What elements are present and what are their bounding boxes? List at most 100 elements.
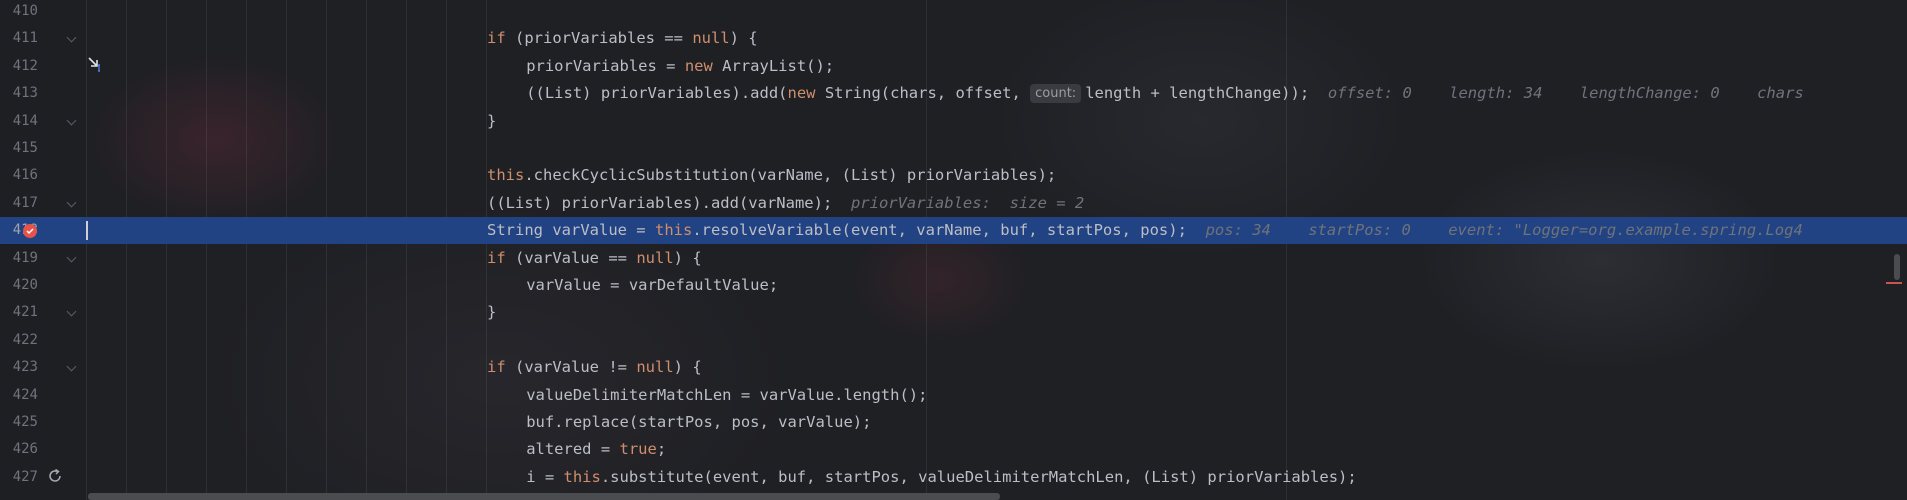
code-token: String(chars, offset, <box>815 84 1031 103</box>
line-number[interactable]: 410 <box>0 0 38 25</box>
code-token: buf.replace(startPos, pos, varValue); <box>526 413 872 431</box>
code-token: (varValue == <box>505 248 637 267</box>
code-token: ) { <box>673 358 702 377</box>
code-token: ) { <box>673 248 702 267</box>
code-text[interactable]: valueDelimiterMatchLen = varValue.length… <box>526 382 927 409</box>
line-number[interactable]: 420 <box>0 272 38 299</box>
fold-chevron-icon[interactable] <box>66 115 77 126</box>
code-line[interactable]: 414} <box>0 108 1907 135</box>
keyword-token: true <box>619 440 657 459</box>
line-number[interactable]: 411 <box>0 25 38 52</box>
code-token: i = <box>526 467 564 486</box>
line-number[interactable]: 417 <box>0 190 38 217</box>
keyword-token: this <box>487 166 525 185</box>
code-text[interactable]: ((List) priorVariables).add(varName); pr… <box>487 190 1084 217</box>
breakpoint-icon[interactable] <box>23 224 37 239</box>
code-token: .checkCyclicSubstitution(varName, (List)… <box>524 166 1057 185</box>
code-line[interactable]: 427 i = this.substitute(event, buf, start… <box>0 464 1907 491</box>
code-text[interactable]: priorVariables = new ArrayList(); <box>526 53 834 80</box>
inline-debug-value: pos: 34 startPos: 0 event: "Logger=org.e… <box>1186 221 1803 240</box>
code-line[interactable]: 413 ((List) priorVariables).add(new Strin… <box>0 80 1907 107</box>
fold-chevron-icon[interactable] <box>66 197 77 208</box>
code-token: .resolveVariable(event, varName, buf, st… <box>692 221 1187 240</box>
parameter-hint: count: <box>1030 84 1082 104</box>
code-line[interactable]: 426 altered = true; <box>0 436 1907 463</box>
code-token: ArrayList(); <box>712 56 835 75</box>
code-token: priorVariables = <box>526 56 685 75</box>
code-text[interactable]: if (varValue == null) { <box>487 245 702 272</box>
error-stripe-marker[interactable] <box>1886 282 1902 284</box>
code-line[interactable]: 421} <box>0 299 1907 326</box>
code-text[interactable]: ((List) priorVariables).add(new String(c… <box>526 80 1804 107</box>
keyword-token: new <box>787 84 816 103</box>
keyword-token: this <box>654 221 693 240</box>
code-token: } <box>487 303 497 322</box>
keyword-token: null <box>636 248 674 267</box>
code-line[interactable]: 419 if (varValue == null) { <box>0 245 1907 272</box>
code-line[interactable]: 417 ((List) priorVariables).add(varName);… <box>0 190 1907 217</box>
line-number[interactable]: 424 <box>0 382 38 409</box>
line-number[interactable]: 416 <box>0 162 38 189</box>
code-text[interactable]: String varValue = this.resolveVariable(e… <box>487 217 1803 244</box>
code-token: } <box>487 111 497 130</box>
code-line[interactable]: 424 valueDelimiterMatchLen = varValue.len… <box>0 382 1907 409</box>
code-line[interactable]: 418String varValue = this.resolveVariabl… <box>0 217 1907 245</box>
code-text[interactable]: varValue = varDefaultValue; <box>526 272 778 299</box>
fold-chevron-icon[interactable] <box>66 32 77 43</box>
code-line[interactable]: 410 <box>0 0 1907 25</box>
code-line[interactable]: 415 <box>0 135 1907 162</box>
line-number[interactable]: 413 <box>0 80 38 107</box>
reload-icon[interactable] <box>47 468 63 484</box>
code-line[interactable]: 411 if (priorVariables == null) { <box>0 25 1907 52</box>
code-line[interactable]: 412 priorVariables = new ArrayList(); <box>0 53 1907 80</box>
code-token: (varValue != <box>505 358 637 377</box>
code-token: .substitute(event, buf, startPos, valueD… <box>600 467 1357 486</box>
line-number[interactable]: 421 <box>0 299 38 326</box>
inline-debug-value: offset: 0 length: 34 lengthChange: 0 cha… <box>1309 84 1804 103</box>
code-text[interactable]: altered = true; <box>526 436 666 463</box>
line-number[interactable]: 415 <box>0 135 38 162</box>
vertical-scrollbar[interactable] <box>1894 254 1900 280</box>
keyword-token: if <box>487 29 506 48</box>
code-token: length + lengthChange)); <box>1085 84 1310 103</box>
keyword-token: if <box>487 358 506 377</box>
code-token: varValue = varDefaultValue; <box>526 276 779 294</box>
code-text[interactable]: buf.replace(startPos, pos, varValue); <box>526 409 871 436</box>
code-line[interactable]: 423 if (varValue != null) { <box>0 354 1907 381</box>
code-line[interactable]: 420 varValue = varDefaultValue; <box>0 272 1907 299</box>
line-number[interactable]: 412 <box>0 53 38 80</box>
line-number[interactable]: 422 <box>0 327 38 354</box>
step-into-icon[interactable] <box>87 56 103 72</box>
line-number[interactable]: 425 <box>0 409 38 436</box>
code-line[interactable]: 425 buf.replace(startPos, pos, varValue); <box>0 409 1907 436</box>
code-line[interactable]: 422 <box>0 327 1907 354</box>
horizontal-scrollbar[interactable] <box>88 493 1000 500</box>
code-text[interactable]: } <box>487 108 496 135</box>
fold-chevron-icon[interactable] <box>66 252 77 263</box>
line-number[interactable]: 427 <box>0 464 38 491</box>
code-token: ) { <box>729 29 758 48</box>
code-text[interactable]: } <box>487 299 496 326</box>
keyword-token: null <box>636 358 674 377</box>
keyword-token: if <box>487 248 506 267</box>
code-token: (priorVariables == <box>505 29 693 48</box>
line-number[interactable]: 423 <box>0 354 38 381</box>
code-line[interactable]: 416 this.checkCyclicSubstitution(varName,… <box>0 162 1907 189</box>
fold-chevron-icon[interactable] <box>66 306 77 317</box>
line-number[interactable]: 414 <box>0 108 38 135</box>
code-token: valueDelimiterMatchLen = varValue.length… <box>526 385 928 404</box>
code-text[interactable]: this.checkCyclicSubstitution(varName, (L… <box>487 162 1056 189</box>
line-number[interactable]: 426 <box>0 436 38 463</box>
code-token: ; <box>656 440 667 459</box>
code-token: ((List) priorVariables).add( <box>526 84 788 103</box>
inline-debug-value: priorVariables: size = 2 <box>832 193 1085 212</box>
code-text[interactable]: if (varValue != null) { <box>487 354 702 381</box>
keyword-token: null <box>692 29 730 48</box>
code-text[interactable]: if (priorVariables == null) { <box>487 25 758 52</box>
line-number[interactable]: 419 <box>0 245 38 272</box>
keyword-token: new <box>684 56 713 75</box>
code-text[interactable]: i = this.substitute(event, buf, startPos… <box>526 464 1357 491</box>
text-caret <box>86 221 88 241</box>
code-token: altered = <box>526 440 620 459</box>
fold-chevron-icon[interactable] <box>66 361 77 372</box>
